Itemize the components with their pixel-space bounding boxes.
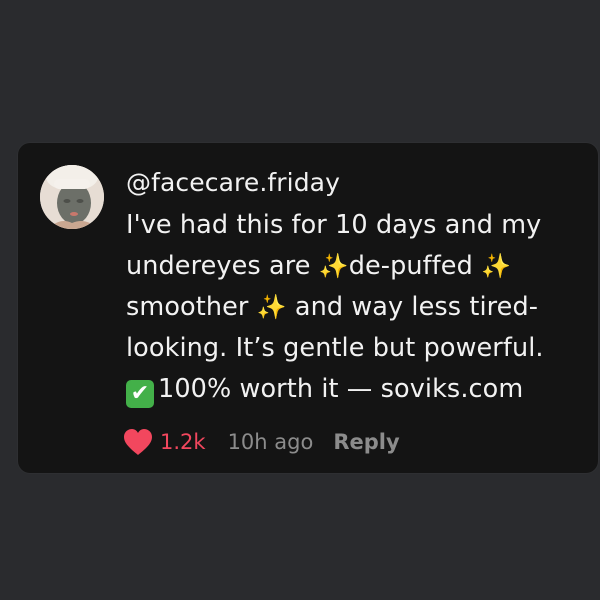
comment-line-5: ✔ 100% worth it — soviks.com [126, 369, 588, 410]
comment-line-text: de-puffed [348, 251, 482, 281]
comment-line-text: and way less tired- [286, 292, 539, 322]
comment-content: @facecare.friday I've had this for 10 da… [126, 167, 588, 410]
sparkles-icon: ✨ [318, 252, 349, 280]
avatar-face-mask-icon [40, 165, 104, 229]
comment-card: @facecare.friday I've had this for 10 da… [18, 143, 598, 473]
like-count[interactable]: 1.2k [160, 430, 206, 454]
comment-line-text: undereyes are [126, 251, 319, 281]
comment-line-4: looking. It’s gentle but powerful. [126, 328, 588, 369]
reply-button[interactable]: Reply [333, 430, 399, 454]
comment-line-2: undereyes are ✨de-puffed ✨ [126, 246, 588, 287]
comment-meta: 1.2k 10h ago Reply [122, 427, 400, 457]
check-mark-button-icon: ✔ [126, 380, 154, 408]
comment-line-text: 100% worth it — soviks.com [158, 374, 524, 404]
comment-line-1: I've had this for 10 days and my [126, 205, 588, 246]
comment-username[interactable]: @facecare.friday [126, 167, 588, 199]
comment-text: I've had this for 10 days and my underey… [126, 205, 588, 410]
avatar[interactable] [40, 165, 104, 229]
heart-icon[interactable] [122, 427, 154, 457]
comment-line-text: looking. It’s gentle but powerful. [126, 333, 544, 363]
sparkles-icon: ✨ [256, 293, 287, 321]
sparkles-icon: ✨ [481, 252, 512, 280]
comment-line-text: smoother [126, 292, 257, 322]
comment-timestamp: 10h ago [227, 430, 314, 454]
comment-line-text: I've had this for 10 days and my [126, 210, 542, 240]
comment-line-3: smoother ✨ and way less tired- [126, 287, 588, 328]
